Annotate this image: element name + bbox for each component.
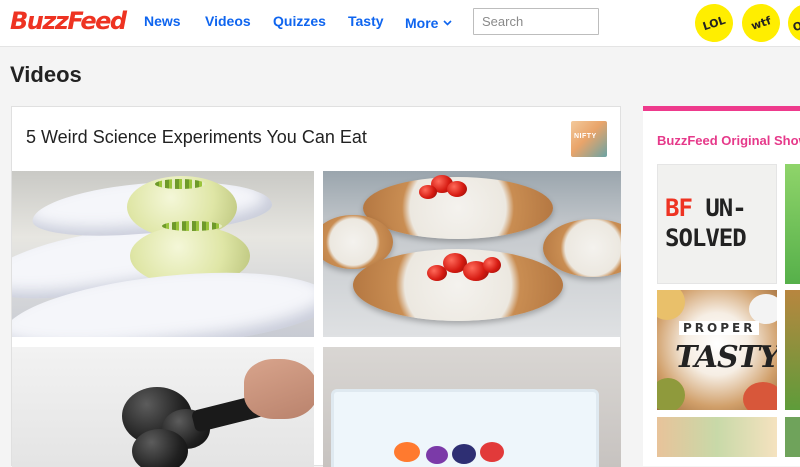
show-proper-tasty[interactable]: PROPER TASTY [657,290,777,410]
nav-tasty[interactable]: Tasty [348,13,384,29]
nav-more[interactable]: More [405,13,453,31]
video-thumbnail-black-spheres[interactable] [12,347,314,467]
nav-videos[interactable]: Videos [205,13,251,29]
show-bf-unsolved-line2: SOLVED [665,224,747,252]
show-proper-tasty-line2: TASTY [675,340,777,375]
page-title: Videos [10,62,82,87]
nav-news[interactable]: News [144,13,181,29]
show-bf-unsolved-line1: BF UN- [665,194,747,222]
badge-lol[interactable]: LOL [690,0,738,47]
original-shows-sidebar: BuzzFeed Original Shows BF UN- SOLVED PR… [643,106,800,466]
show-thumbnail-partial[interactable] [785,290,800,410]
video-thumbnail-edible-spheres[interactable] [12,171,314,337]
badge-omg[interactable]: OMG [783,0,800,47]
search-input[interactable] [473,8,599,35]
video-thumbnail-crackers[interactable] [323,171,621,337]
channel-thumbnail-label: NIFTY [574,133,597,140]
chevron-down-icon [443,13,453,29]
video-title[interactable]: 5 Weird Science Experiments You Can Eat [26,127,367,148]
sidebar-title: BuzzFeed Original Shows [657,133,800,148]
show-bf-unsolved[interactable]: BF UN- SOLVED [657,164,777,284]
buzzfeed-logo[interactable]: BuzzFeed [10,7,127,35]
nav-more-label: More [405,15,439,31]
show-thumbnail-partial[interactable] [785,417,800,457]
video-thumbnail-tray[interactable] [323,347,621,467]
top-header: BuzzFeed News Videos Quizzes Tasty More … [0,0,800,47]
show-thumbnail-partial[interactable] [657,417,777,457]
badge-wtf[interactable]: wtf [737,0,785,47]
nav-quizzes[interactable]: Quizzes [273,13,326,29]
video-card: 5 Weird Science Experiments You Can Eat … [11,106,621,467]
show-proper-tasty-line1: PROPER [679,321,760,335]
show-thumbnail-partial[interactable] [785,164,800,284]
channel-thumbnail[interactable]: NIFTY [571,121,607,157]
